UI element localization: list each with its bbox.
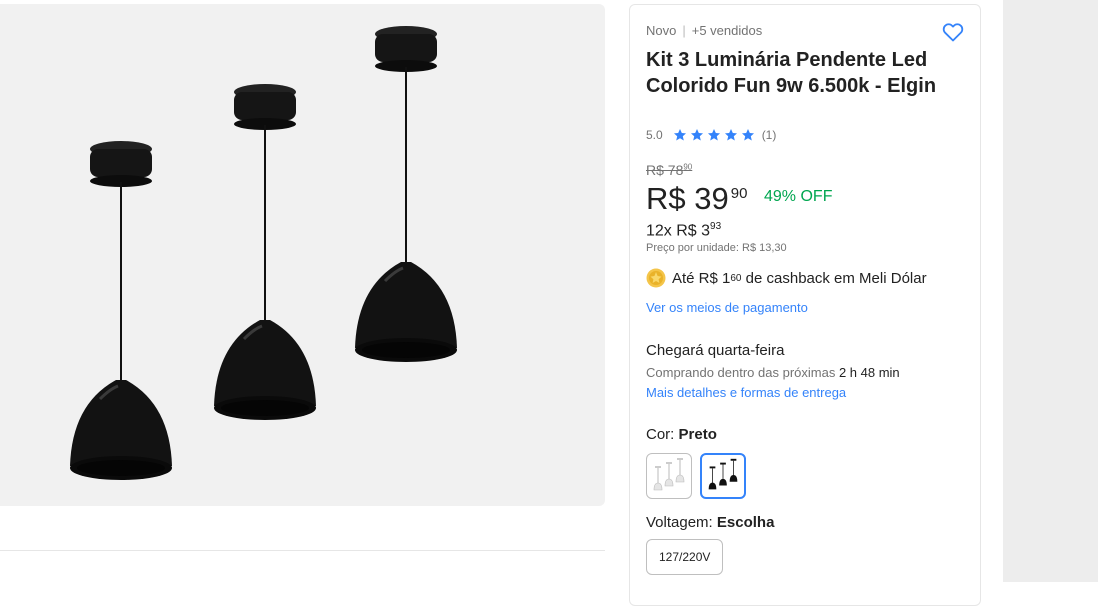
rating[interactable]: 5.0 (1) (646, 128, 776, 142)
rating-count: (1) (761, 128, 777, 142)
voltage-label-text: Voltagem: (646, 514, 717, 531)
unit-price: Preço por unidade: R$ 13,30 (646, 242, 787, 254)
heart-icon[interactable] (941, 20, 965, 44)
delivery-countdown-time: 2 h 48 min (838, 365, 900, 380)
gallery-divider (0, 550, 605, 551)
voltage-label: Voltagem: Escolha (646, 514, 774, 531)
original-price-amount: R$ 78 (646, 162, 684, 178)
delivery-title: Chegará quarta-feira (646, 342, 785, 359)
color-swatch-white[interactable] (646, 453, 692, 499)
voltage-value: Escolha (716, 514, 775, 531)
current-price-amount: R$ 39 (646, 181, 729, 216)
cashback-cents: 60 (730, 272, 742, 284)
black-lamps-thumbnail (708, 458, 738, 490)
voltage-option-button[interactable]: 127/220V (646, 539, 724, 575)
star-icon (724, 129, 737, 141)
pendant-lamps-image (70, 26, 457, 480)
color-value: Preto (678, 426, 717, 443)
meta-separator: | (682, 23, 686, 38)
rating-score: 5.0 (646, 128, 663, 142)
star-icon (690, 129, 703, 141)
original-price-cents: 90 (683, 162, 693, 172)
cashback-suffix: de cashback em Meli Dólar (741, 269, 927, 287)
payment-methods-link[interactable]: Ver os meios de pagamento (646, 300, 808, 315)
condition-label: Novo (646, 23, 677, 38)
color-swatch-black[interactable] (700, 453, 746, 499)
product-title: Kit 3 Luminária Pendente Led Colorido Fu… (646, 49, 937, 97)
original-price: R$ 7890 (646, 162, 692, 178)
star-icon (741, 129, 754, 141)
coin-icon (646, 268, 666, 288)
star-icon (673, 129, 686, 141)
product-meta: Novo | +5 vendidos (646, 23, 762, 38)
cashback: Até R$ 1 60 de cashback em Meli Dólar (646, 268, 927, 288)
installments: 12x R$ 393 (646, 221, 721, 240)
rating-stars (673, 128, 755, 142)
page-side-background (1003, 0, 1098, 582)
buy-box: Novo | +5 vendidos Kit 3 Luminária Pendent… (629, 4, 981, 606)
installments-cents: 93 (710, 221, 722, 232)
delivery-details-link[interactable]: Mais detalhes e formas de entrega (646, 385, 846, 400)
product-image-gallery[interactable] (0, 4, 605, 506)
delivery-countdown-prefix: Comprando dentro das próximas (646, 365, 839, 380)
color-label: Cor: Preto (646, 426, 717, 443)
delivery-countdown: Comprando dentro das próximas 2 h 48 min (646, 365, 900, 380)
lamp-left (70, 141, 172, 480)
discount-badge: 49% OFF (764, 188, 833, 205)
lamp-right (355, 26, 457, 362)
cashback-prefix: Até R$ 1 (672, 269, 731, 287)
star-icon (707, 129, 720, 141)
sold-count: +5 vendidos (691, 23, 763, 38)
installments-amount: 12x R$ 3 (646, 222, 711, 240)
color-label-text: Cor: (646, 426, 679, 443)
current-price-cents: 90 (730, 185, 748, 202)
current-price: R$ 39 90 (646, 181, 747, 217)
white-lamps-thumbnail (653, 458, 685, 491)
lamp-middle (214, 84, 316, 420)
